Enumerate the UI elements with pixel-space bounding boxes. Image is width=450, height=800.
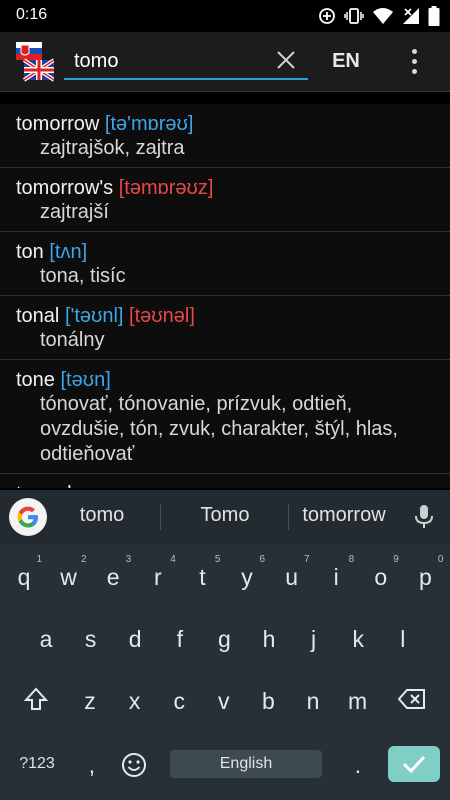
key-hint: 9 (393, 554, 399, 565)
key-x[interactable]: x (113, 676, 157, 726)
suggestion-item[interactable]: Tomo (180, 504, 270, 527)
microphone-icon[interactable] (414, 504, 434, 535)
key-hint: 6 (259, 554, 265, 565)
key-i[interactable]: i8 (314, 552, 358, 602)
emoji-key-icon[interactable] (112, 740, 156, 790)
status-time: 0:16 (16, 6, 48, 23)
result-entry[interactable]: tone down (0, 474, 450, 488)
soft-keyboard: ?123 , English . q1w2e3r4t5y6u7i8o9p0 asd… (0, 544, 450, 800)
entry-word: tomorrow's (16, 177, 114, 199)
symbols-key[interactable]: ?123 (8, 750, 66, 778)
backspace-key-icon[interactable] (390, 674, 434, 724)
wifi-icon (372, 7, 394, 25)
signal-icon (402, 7, 420, 25)
key-hint: 7 (304, 554, 310, 565)
suggestion-item[interactable]: tomorrow (292, 504, 396, 527)
key-v[interactable]: v (202, 676, 246, 726)
key-hint: 5 (214, 554, 221, 565)
search-input[interactable] (74, 46, 264, 76)
key-m[interactable]: m (336, 676, 380, 726)
result-entry[interactable]: tomorrow's [təmɒrəʊz] zajtrajší (0, 168, 450, 232)
entry-word: ton (16, 241, 44, 263)
key-hint: 0 (437, 554, 444, 565)
entry-word: tonal (16, 305, 60, 327)
clear-icon[interactable] (274, 48, 298, 72)
comma-key[interactable]: , (70, 740, 114, 790)
shift-key-icon[interactable] (14, 674, 58, 724)
key-q[interactable]: q1 (2, 552, 46, 602)
entry-translation: zajtrajšok, zajtra (40, 137, 185, 159)
key-c[interactable]: c (157, 676, 201, 726)
result-entry[interactable]: tonal ['təʊnl] [təʊnəl] tonálny (0, 296, 450, 360)
pronunciation-uk: [təʊn] (60, 369, 111, 391)
result-entry[interactable]: ton [tʌn] tona, tisíc (0, 232, 450, 296)
key-hint: 8 (348, 554, 355, 565)
result-entry[interactable]: tone [təʊn] tónovať, tónovanie, prízvuk, … (0, 360, 450, 474)
key-n[interactable]: n (291, 676, 335, 726)
language-toggle-button[interactable]: EN (326, 46, 366, 76)
entry-translation: tonálny (40, 329, 105, 351)
entry-word: tone down (16, 483, 108, 488)
pronunciation-us: [təʊnəl] (129, 305, 195, 327)
key-z[interactable]: z (68, 676, 112, 726)
key-hint: 1 (36, 554, 42, 565)
entry-translation: tónovať, tónovanie, prízvuk, odtieň, ovz… (40, 393, 398, 465)
key-s[interactable]: s (69, 614, 113, 664)
suggestion-strip: tomo Tomo tomorrow (0, 490, 450, 544)
app-bar: EN (0, 32, 450, 92)
search-field[interactable] (64, 42, 308, 80)
key-hint: 2 (81, 554, 87, 565)
key-r[interactable]: r4 (136, 552, 180, 602)
result-entry[interactable]: tomorrow [tə'mɒrəʊ] zajtrajšok, zajtra (0, 104, 450, 168)
pronunciation-uk: [tʌn] (49, 241, 88, 263)
overflow-menu-icon[interactable] (402, 44, 426, 78)
vibrate-icon (344, 7, 364, 25)
results-list[interactable]: tomorrow [tə'mɒrəʊ] zajtrajšok, zajtra tom… (0, 104, 450, 488)
pronunciation-uk: ['təʊnl] (64, 305, 124, 327)
key-a[interactable]: a (24, 614, 68, 664)
key-o[interactable]: o9 (359, 552, 403, 602)
status-bar: 0:16 (0, 0, 450, 32)
language-flags-icon[interactable] (16, 42, 56, 82)
data-saver-icon (318, 7, 336, 25)
key-t[interactable]: t5 (180, 552, 224, 602)
key-hint: 4 (170, 554, 176, 565)
key-h[interactable]: h (247, 614, 291, 664)
battery-icon (428, 6, 440, 26)
key-l[interactable]: l (381, 614, 425, 664)
pronunciation-uk: [tə'mɒrəʊ] (104, 113, 194, 135)
key-e[interactable]: e3 (91, 552, 135, 602)
suggestion-item[interactable]: tomo (66, 504, 138, 527)
slovak-flag-icon (16, 42, 42, 60)
pronunciation-us: [təmɒrəʊz] (118, 177, 214, 199)
period-key[interactable]: . (336, 740, 380, 790)
key-y[interactable]: y6 (225, 552, 269, 602)
enter-key-icon[interactable] (388, 746, 440, 782)
key-f[interactable]: f (158, 614, 202, 664)
entry-word: tone (16, 369, 55, 391)
entry-translation: zajtrajší (40, 201, 109, 223)
key-k[interactable]: k (336, 614, 380, 664)
key-u[interactable]: u7 (270, 552, 314, 602)
key-j[interactable]: j (292, 614, 336, 664)
uk-flag-icon (22, 58, 56, 82)
google-logo-icon[interactable] (9, 498, 47, 536)
key-w[interactable]: w2 (47, 552, 91, 602)
key-g[interactable]: g (202, 614, 246, 664)
key-d[interactable]: d (113, 614, 157, 664)
entry-word: tomorrow (16, 113, 100, 135)
key-p[interactable]: p0 (403, 552, 447, 602)
key-hint: 3 (125, 554, 132, 565)
entry-translation: tona, tisíc (40, 265, 126, 287)
key-b[interactable]: b (246, 676, 290, 726)
space-key[interactable]: English (170, 750, 322, 778)
